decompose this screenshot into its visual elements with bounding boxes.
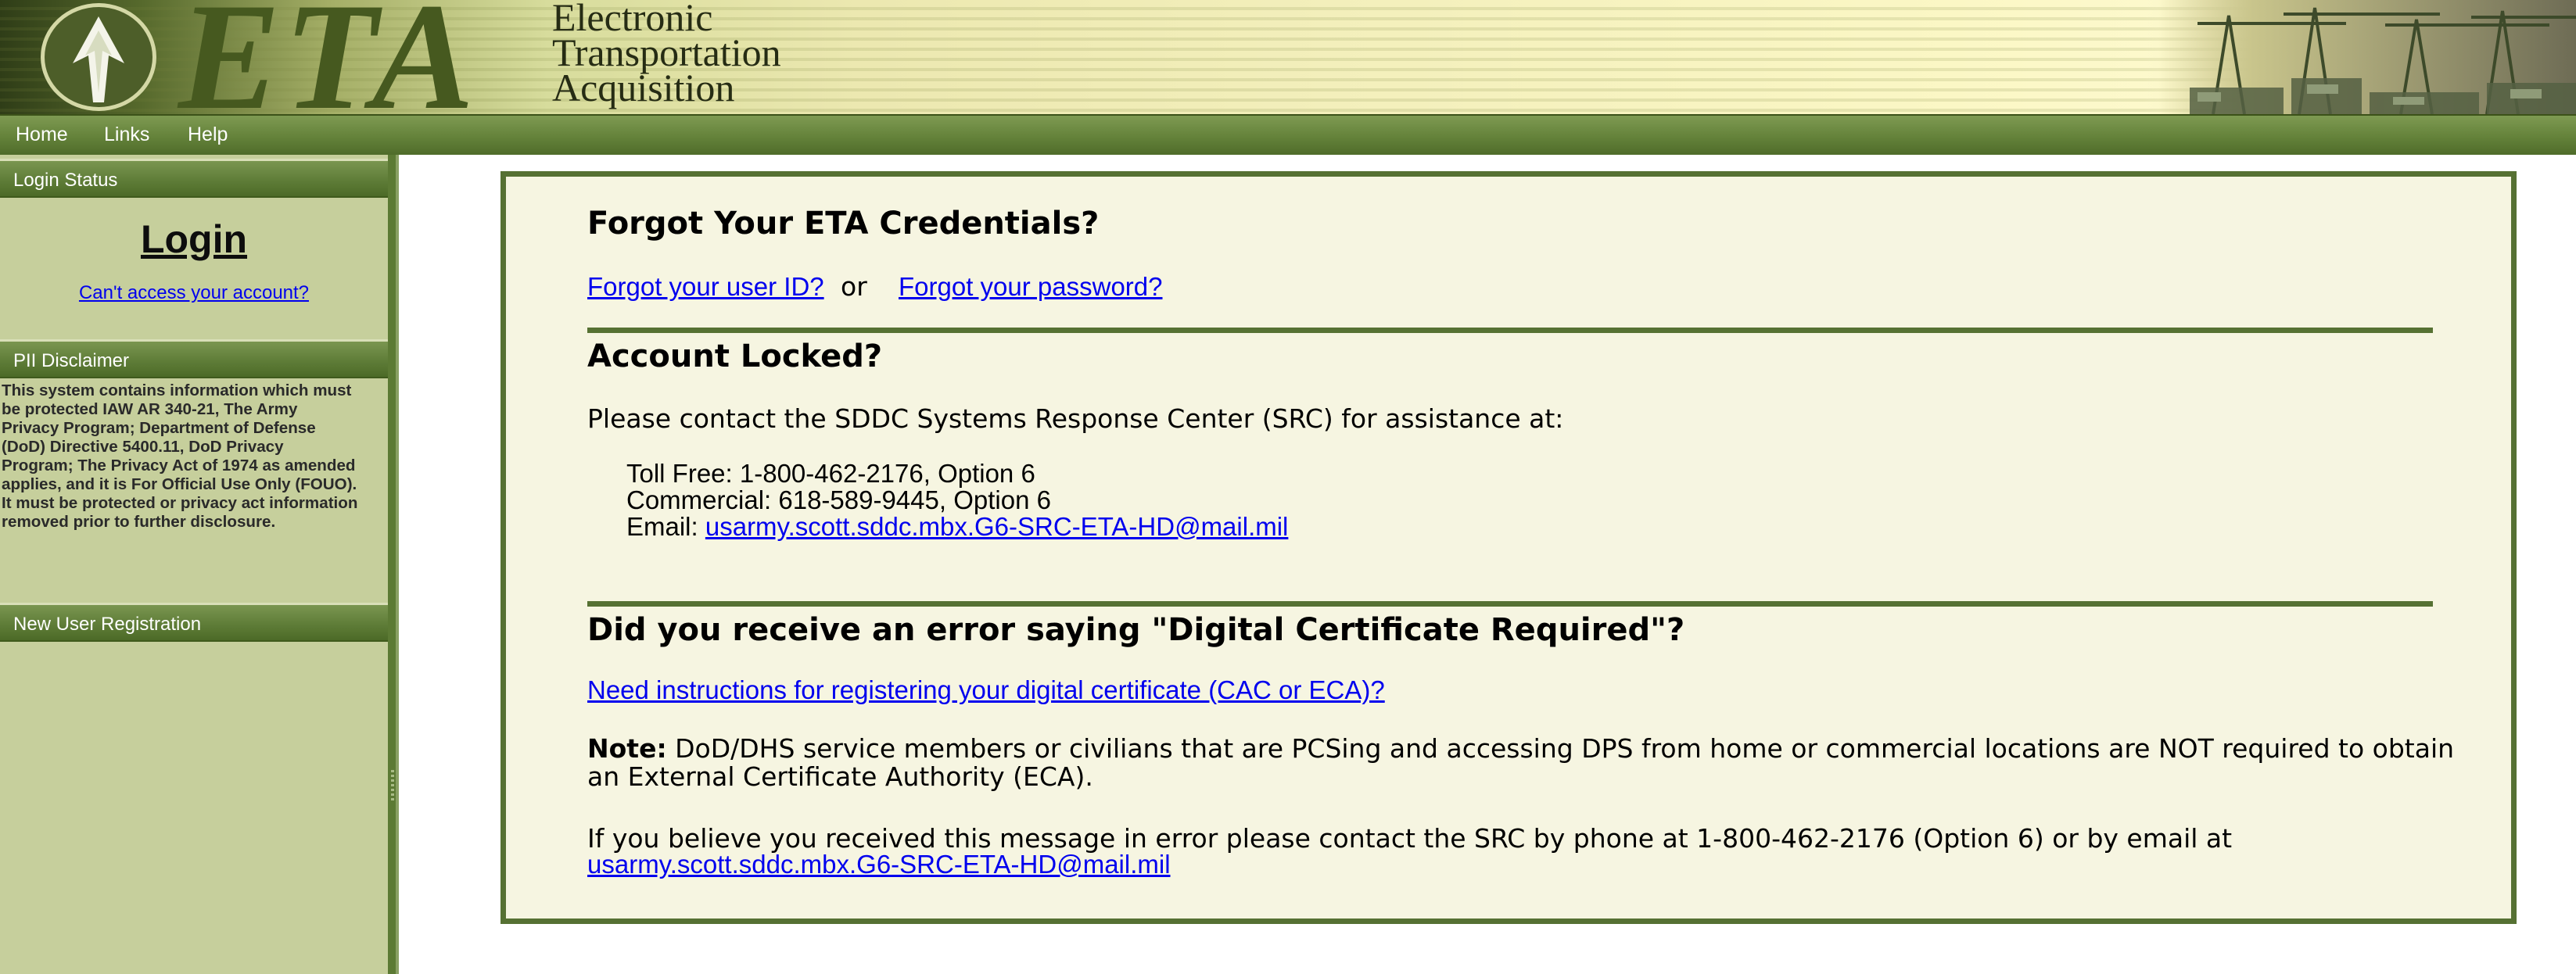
error-email-link[interactable]: usarmy.scott.sddc.mbx.G6-SRC-ETA-HD@mail… (587, 850, 1171, 879)
login-status-header: Login Status (0, 159, 388, 198)
site-title: Electronic Transportation Acquisition (552, 0, 781, 109)
pii-line: be protected IAW AR 340-21, The Army (2, 400, 298, 418)
cant-access-account-link[interactable]: Can't access your account? (0, 281, 388, 305)
forgot-password-link[interactable]: Forgot your password? (899, 272, 1163, 302)
note-text-line2: an External Certificate Authority (ECA). (587, 761, 1093, 792)
digital-certificate-heading: Did you receive an error saying "Digital… (587, 612, 1685, 648)
section-divider (587, 328, 2433, 333)
contact-email-line: Email: usarmy.scott.sddc.mbx.G6-SRC-ETA-… (626, 512, 1288, 542)
credentials-help-panel: Forgot Your ETA Credentials? Forgot your… (500, 171, 2517, 924)
src-email-link[interactable]: usarmy.scott.sddc.mbx.G6-SRC-ETA-HD@mail… (705, 512, 1289, 541)
sidebar (0, 155, 396, 974)
commercial-number: Commercial: 618-589-9445, Option 6 (626, 485, 1051, 514)
pii-line: It must be protected or privacy act info… (2, 494, 358, 512)
pii-disclaimer-text: This system contains information which m… (2, 381, 383, 532)
or-text: or (841, 271, 867, 302)
note-label: Note: (587, 733, 667, 764)
note-text-line1: Note: DoD/DHS service members or civilia… (587, 733, 2454, 765)
pii-disclaimer-header: PII Disclaimer (0, 339, 388, 378)
pii-line: (DoD) Directive 5400.11, DoD Privacy (2, 438, 284, 456)
port-cranes-image (2143, 0, 2576, 114)
nav-help-link[interactable]: Help (188, 123, 228, 146)
site-banner: ETA Electronic Transportation Acquisitio… (0, 0, 2576, 114)
eta-arrow-logo-icon (41, 3, 156, 111)
forgot-user-id-link[interactable]: Forgot your user ID? (587, 272, 824, 302)
account-locked-heading: Account Locked? (587, 338, 883, 374)
site-title-line: Acquisition (552, 66, 735, 109)
sidebar-divider (396, 155, 399, 974)
note-text: DoD/DHS service members or civilians tha… (666, 733, 2455, 764)
pii-line: applies, and it is For Official Use Only… (2, 475, 357, 493)
pii-line: Program; The Privacy Act of 1974 as amen… (2, 457, 356, 474)
login-link[interactable]: Login (0, 216, 388, 263)
nav-links-link[interactable]: Links (104, 123, 149, 146)
pii-line: This system contains information which m… (2, 381, 352, 399)
eta-logo-text: ETA (178, 0, 478, 114)
pii-line: removed prior to further disclosure. (2, 513, 276, 531)
nav-home-link[interactable]: Home (16, 123, 68, 146)
pii-line: Privacy Program; Department of Defense (2, 419, 316, 437)
section-divider (587, 601, 2433, 607)
sidebar-resize-grip-icon[interactable] (391, 770, 394, 801)
certificate-instructions-link[interactable]: Need instructions for registering your d… (587, 675, 1385, 705)
email-label: Email: (626, 512, 705, 541)
contact-intro-text: Please contact the SDDC Systems Response… (587, 403, 1564, 434)
forgot-credentials-heading: Forgot Your ETA Credentials? (587, 206, 1100, 242)
top-nav-bar: Home Links Help (0, 114, 2576, 155)
toll-free-number: Toll Free: 1-800-462-2176, Option 6 (626, 459, 1035, 488)
new-user-registration-link[interactable]: New User Registration (0, 603, 388, 642)
